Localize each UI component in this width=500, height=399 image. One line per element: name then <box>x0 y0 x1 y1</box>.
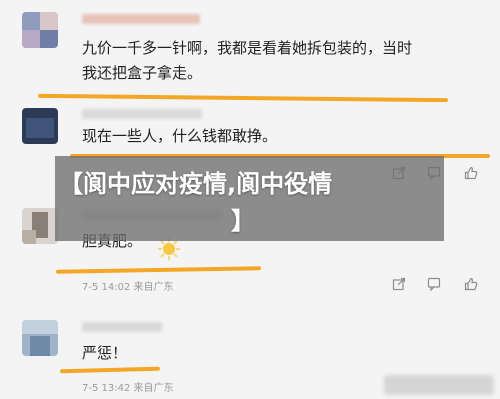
like-icon[interactable] <box>464 277 478 291</box>
username-blurred[interactable] <box>82 109 202 119</box>
comment-text: 九价一千多一针啊，我都是看着她拆包装的，当时 <box>82 39 413 57</box>
comment-text: 现在一些人，什么钱都敢挣。 <box>82 127 278 145</box>
comment-text: 我还把盒子拿走。 <box>82 64 203 82</box>
avatar[interactable] <box>22 12 58 48</box>
share-icon[interactable] <box>392 277 406 291</box>
like-icon[interactable] <box>464 166 478 180</box>
comment-text: 严惩！ <box>82 344 128 362</box>
avatar[interactable] <box>22 208 58 244</box>
comment-meta: 7-5 13:42 来自广东 <box>82 383 174 394</box>
highlight-stroke <box>37 93 449 103</box>
avatar[interactable] <box>22 108 58 144</box>
headline-title: 【阆中应对疫情,阆中役情 <box>59 170 333 198</box>
sun-emoji-icon <box>158 238 180 260</box>
headline-title-end: 】 <box>231 207 255 235</box>
avatar[interactable] <box>22 320 58 356</box>
username-blurred[interactable] <box>82 322 162 332</box>
watermark <box>384 375 494 395</box>
username-blurred[interactable] <box>82 14 200 24</box>
comment-icon[interactable] <box>427 277 441 291</box>
highlight-stroke <box>59 366 161 374</box>
highlight-stroke <box>55 266 262 274</box>
comment-meta: 7-5 14:02 来自广东 <box>82 282 174 293</box>
